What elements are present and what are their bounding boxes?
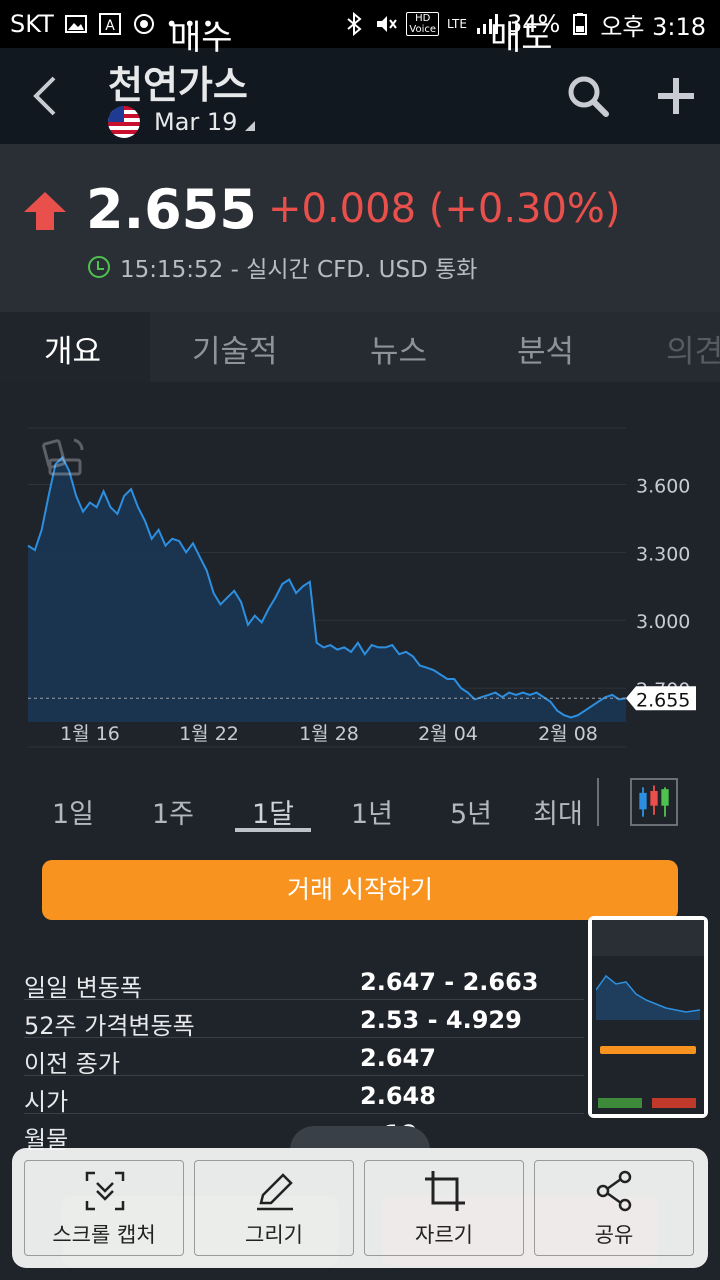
- scroll-capture-label: 스크롤 캡처: [52, 1223, 156, 1247]
- tab-news[interactable]: 뉴스: [370, 326, 427, 371]
- quote-panel: 2.655 +0.008 (+0.30%) 15:15:52 - 실시간 CFD…: [0, 144, 720, 312]
- share-label: 공유: [594, 1223, 634, 1247]
- tab-opinion[interactable]: 의견: [666, 326, 720, 371]
- period-active-underline: [235, 828, 311, 832]
- toolbar-handle[interactable]: [290, 1126, 430, 1150]
- contract-selector[interactable]: Mar 19: [108, 106, 256, 138]
- stat-row: 52주 가격변동폭 2.53 - 4.929: [24, 1000, 584, 1040]
- thumb-header: [592, 920, 704, 956]
- stat-value: 2.647: [360, 1044, 436, 1072]
- period-1m[interactable]: 1달: [233, 792, 313, 831]
- pencil-icon: [257, 1173, 293, 1211]
- draw-button[interactable]: 그리기: [194, 1160, 354, 1256]
- clock-icon: [88, 256, 110, 278]
- x-tick-label: 2월 04: [418, 723, 478, 745]
- x-tick-label: 2월 08: [538, 723, 598, 745]
- period-divider: [597, 778, 599, 826]
- contract-month: Mar 19: [154, 108, 238, 136]
- candlestick-chart-icon[interactable]: [630, 778, 678, 826]
- sell-label: 매도: [490, 18, 553, 58]
- dropdown-triangle-icon: [245, 121, 256, 131]
- crop-icon: [425, 1171, 465, 1211]
- stats-table: 일일 변동폭 2.647 - 2.663 52주 가격변동폭 2.53 - 4.92…: [24, 962, 584, 1154]
- stat-row: 일일 변동폭 2.647 - 2.663: [24, 962, 584, 1002]
- share-icon: [596, 1170, 632, 1212]
- hd-voice-badge: HD Voice: [406, 12, 440, 36]
- price-change: +0.008 (+0.30%): [268, 186, 621, 232]
- share-button[interactable]: 공유: [534, 1160, 694, 1256]
- period-1d[interactable]: 1일: [33, 792, 113, 831]
- x-tick-label: 1월 16: [60, 723, 120, 745]
- thumb-buy: [598, 1098, 642, 1108]
- chart-svg: 3.6003.3003.0002.7002.6551월 161월 221월 28…: [27, 427, 696, 748]
- sync-icon: [133, 14, 154, 34]
- thumb-sell: [652, 1098, 696, 1108]
- stat-value: 2.647 - 2.663: [360, 968, 539, 996]
- status-bar: SKT A • • • HD Voice LTE 34% 오후 3:18: [0, 0, 720, 48]
- y-tick-label: 3.600: [636, 476, 690, 498]
- tab-technical[interactable]: 기술적: [192, 326, 278, 371]
- tab-analysis[interactable]: 분석: [517, 326, 574, 371]
- price-chart[interactable]: 3.6003.3003.0002.7002.6551월 161월 221월 28…: [0, 382, 720, 762]
- quote-info-text: 15:15:52 - 실시간 CFD. USD 통화: [120, 257, 478, 283]
- gallery-icon: [64, 15, 87, 33]
- stat-value: 2.648: [360, 1082, 436, 1110]
- section-tabs: 개요 기술적 뉴스 분석 의견: [0, 312, 720, 382]
- y-tick-label: 3.000: [636, 611, 690, 633]
- start-trading-button[interactable]: 거래 시작하기: [42, 860, 678, 920]
- text-app-icon: A: [98, 13, 121, 35]
- stat-value: 2.53 - 4.929: [360, 1006, 522, 1034]
- rotate-screen-icon[interactable]: [42, 436, 88, 478]
- period-1y[interactable]: 1년: [332, 792, 412, 831]
- add-icon[interactable]: [652, 72, 700, 120]
- stat-label: 이전 종가: [24, 1050, 120, 1078]
- back-arrow-icon[interactable]: [26, 74, 66, 118]
- y-tick-label: 3.300: [636, 543, 690, 565]
- capture-toolbar: 스크롤 캡처 그리기 자르기 공유: [12, 1148, 708, 1268]
- instrument-title: 천연가스: [108, 63, 248, 107]
- period-1w[interactable]: 1주: [133, 792, 213, 831]
- scroll-capture-button[interactable]: 스크롤 캡처: [24, 1160, 184, 1256]
- thumbnail-preview: [592, 920, 704, 1114]
- search-icon[interactable]: [564, 72, 612, 120]
- scroll-capture-icon: [85, 1171, 125, 1211]
- clock-time: 오후 3:18: [600, 12, 706, 41]
- chart-area-fill: [28, 457, 626, 722]
- x-tick-label: 1월 22: [179, 723, 239, 745]
- x-tick-label: 1월 28: [299, 723, 359, 745]
- price-up-arrow-icon: [24, 192, 66, 230]
- screenshot-thumbnail[interactable]: [588, 916, 708, 1118]
- tab-overview[interactable]: 개요: [44, 326, 101, 371]
- svg-text:A: A: [105, 18, 115, 34]
- app-bar: 천연가스 Mar 19: [0, 48, 720, 144]
- stat-label: 일일 변동폭: [24, 974, 143, 1002]
- lte-indicator: LTE: [447, 17, 467, 31]
- period-selector: 1일 1주 1달 1년 5년 최대: [0, 770, 720, 840]
- battery-icon: [573, 13, 588, 35]
- stat-label: 52주 가격변동폭: [24, 1012, 195, 1040]
- bluetooth-icon: [347, 12, 362, 36]
- stat-row: 이전 종가 2.647: [24, 1038, 584, 1078]
- draw-label: 그리기: [245, 1223, 303, 1247]
- last-value-label: 2.655: [636, 689, 690, 711]
- quote-info-row: 15:15:52 - 실시간 CFD. USD 통화: [88, 250, 477, 284]
- stat-label: 시가: [24, 1088, 69, 1116]
- thumb-trade-bar: [600, 1046, 696, 1054]
- buy-label: 매수: [170, 18, 233, 58]
- last-price: 2.655: [86, 178, 257, 241]
- period-5y[interactable]: 5년: [431, 792, 511, 831]
- carrier-label: SKT: [10, 10, 54, 38]
- period-max[interactable]: 최대: [518, 792, 598, 831]
- mute-icon: [377, 16, 398, 32]
- crop-button[interactable]: 자르기: [364, 1160, 524, 1256]
- stat-row: 시가 2.648: [24, 1076, 584, 1116]
- us-flag-icon: [108, 106, 140, 138]
- crop-label: 자르기: [415, 1223, 473, 1247]
- thumb-chart: [596, 974, 700, 1020]
